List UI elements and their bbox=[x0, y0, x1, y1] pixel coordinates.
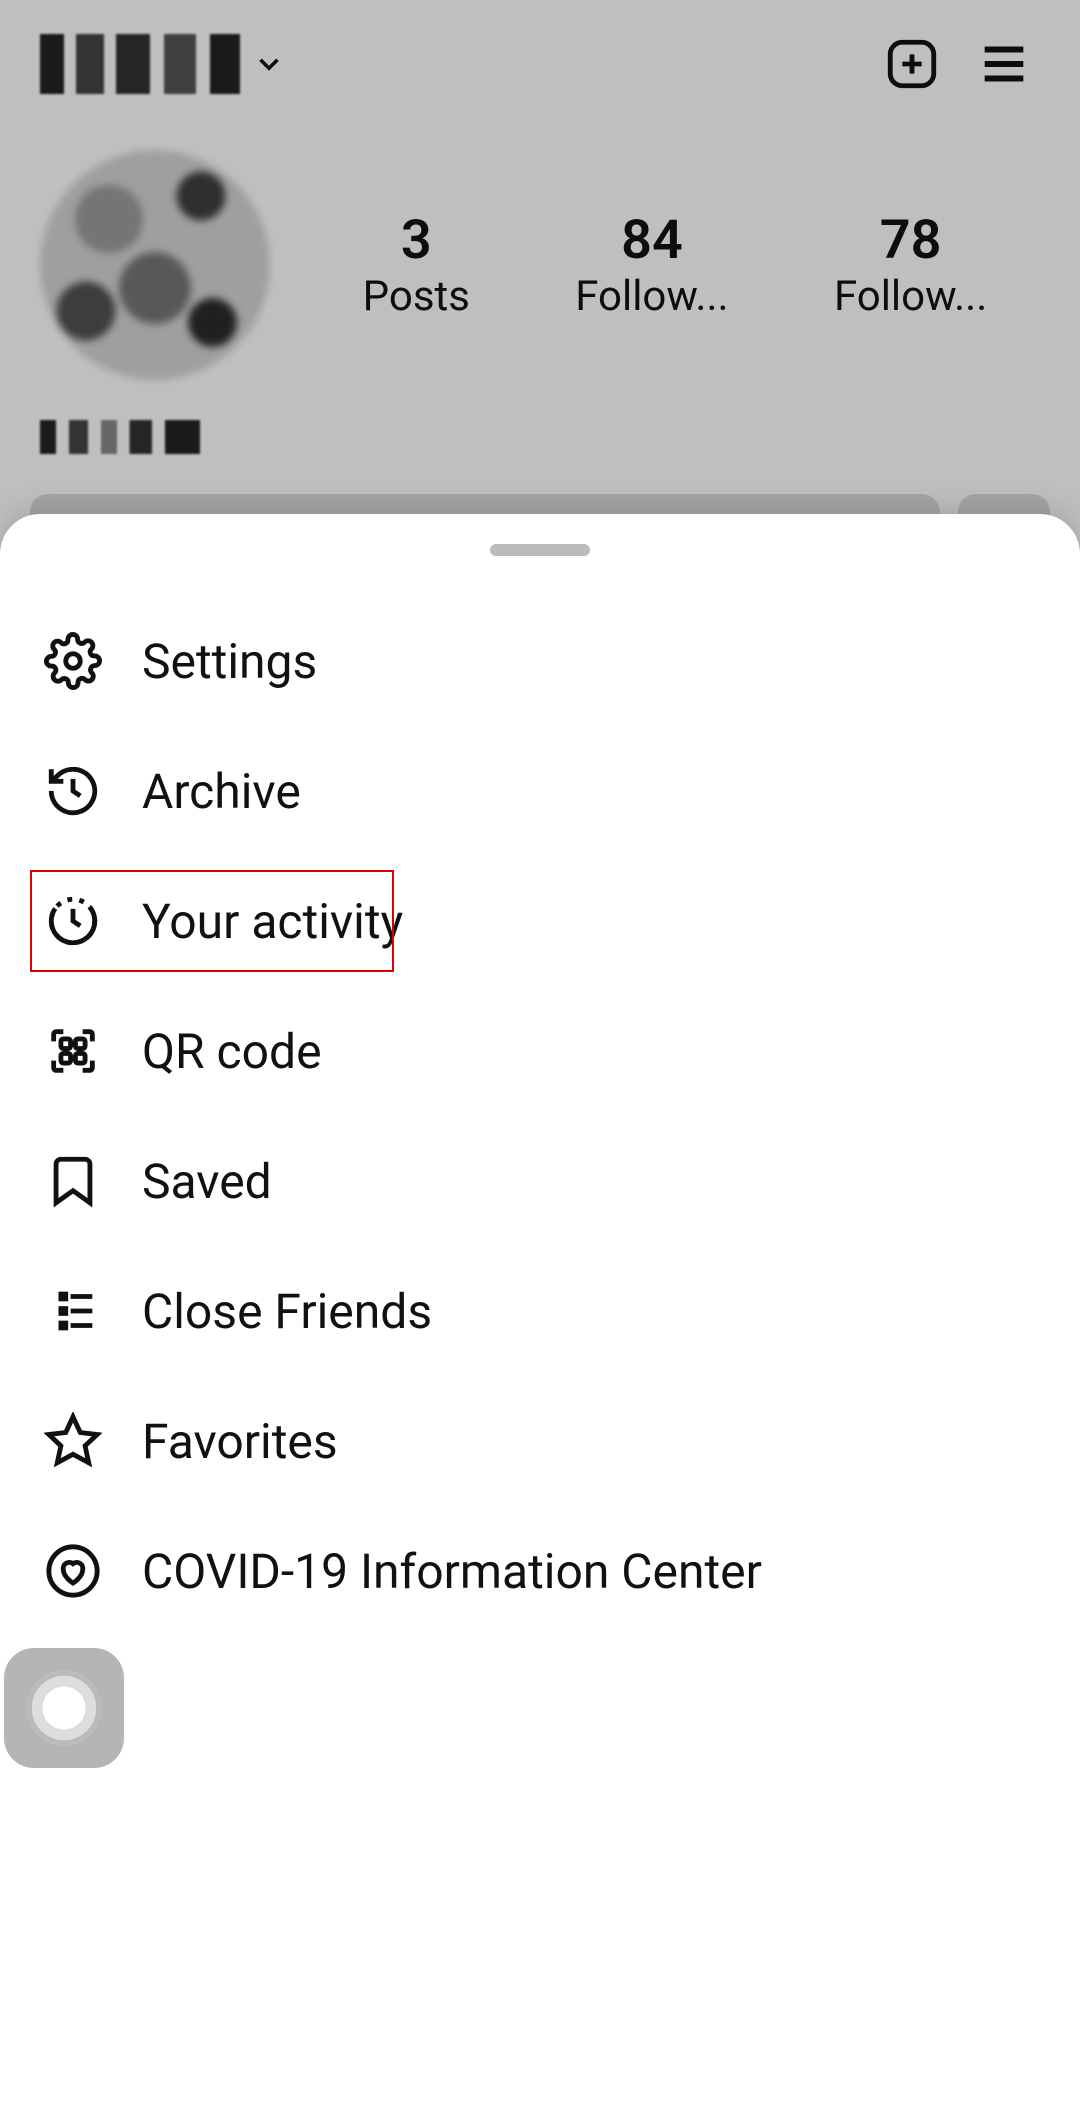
followers-label: Follow... bbox=[575, 272, 728, 321]
profile-info-row: 3 Posts 84 Follow... 78 Follow... bbox=[0, 120, 1080, 390]
posts-count: 3 bbox=[401, 209, 432, 272]
display-name-redacted bbox=[40, 420, 200, 454]
chevron-down-icon bbox=[252, 47, 286, 81]
followers-count: 84 bbox=[621, 209, 683, 272]
followers-stat[interactable]: 84 Follow... bbox=[575, 209, 728, 321]
hamburger-menu-button[interactable] bbox=[968, 28, 1040, 100]
menu-label-saved: Saved bbox=[142, 1153, 272, 1210]
menu-item-your-activity[interactable]: Your activity bbox=[0, 856, 1080, 986]
sheet-drag-handle[interactable] bbox=[490, 544, 590, 556]
username-dropdown[interactable] bbox=[40, 34, 286, 94]
posts-label: Posts bbox=[363, 272, 470, 321]
gear-icon bbox=[44, 632, 102, 690]
menu-label-qr-code: QR code bbox=[142, 1023, 322, 1080]
menu-label-archive: Archive bbox=[142, 763, 301, 820]
hamburger-icon bbox=[975, 35, 1033, 93]
menu-item-favorites[interactable]: Favorites bbox=[0, 1376, 1080, 1506]
menu-label-your-activity: Your activity bbox=[142, 893, 403, 950]
menu-item-archive[interactable]: Archive bbox=[0, 726, 1080, 856]
following-label: Follow... bbox=[834, 272, 987, 321]
hamburger-menu-sheet: Settings Archive Your activity QR code S… bbox=[0, 514, 1080, 2114]
menu-item-qr-code[interactable]: QR code bbox=[0, 986, 1080, 1116]
star-icon bbox=[44, 1412, 102, 1470]
bookmark-icon bbox=[44, 1152, 102, 1210]
menu-item-close-friends[interactable]: Close Friends bbox=[0, 1246, 1080, 1376]
create-post-button[interactable] bbox=[876, 28, 948, 100]
menu-item-settings[interactable]: Settings bbox=[0, 596, 1080, 726]
menu-label-favorites: Favorites bbox=[142, 1413, 338, 1470]
profile-header bbox=[0, 0, 1080, 120]
posts-stat[interactable]: 3 Posts bbox=[363, 209, 470, 321]
assistive-touch-button[interactable] bbox=[4, 1648, 124, 1768]
menu-item-saved[interactable]: Saved bbox=[0, 1116, 1080, 1246]
heart-circle-icon bbox=[44, 1542, 102, 1600]
menu-item-covid-info[interactable]: COVID-19 Information Center bbox=[0, 1506, 1080, 1636]
menu-label-covid: COVID-19 Information Center bbox=[142, 1543, 762, 1600]
profile-stats: 3 Posts 84 Follow... 78 Follow... bbox=[310, 209, 1040, 321]
menu-label-close-friends: Close Friends bbox=[142, 1283, 432, 1340]
following-count: 78 bbox=[880, 209, 942, 272]
close-friends-icon bbox=[44, 1282, 102, 1340]
assistive-touch-icon bbox=[26, 1670, 102, 1746]
following-stat[interactable]: 78 Follow... bbox=[834, 209, 987, 321]
plus-square-icon bbox=[883, 35, 941, 93]
archive-icon bbox=[44, 762, 102, 820]
username-redacted bbox=[40, 34, 240, 94]
qr-code-icon bbox=[44, 1022, 102, 1080]
menu-label-settings: Settings bbox=[142, 633, 317, 690]
profile-avatar[interactable] bbox=[40, 150, 270, 380]
activity-icon bbox=[44, 892, 102, 950]
